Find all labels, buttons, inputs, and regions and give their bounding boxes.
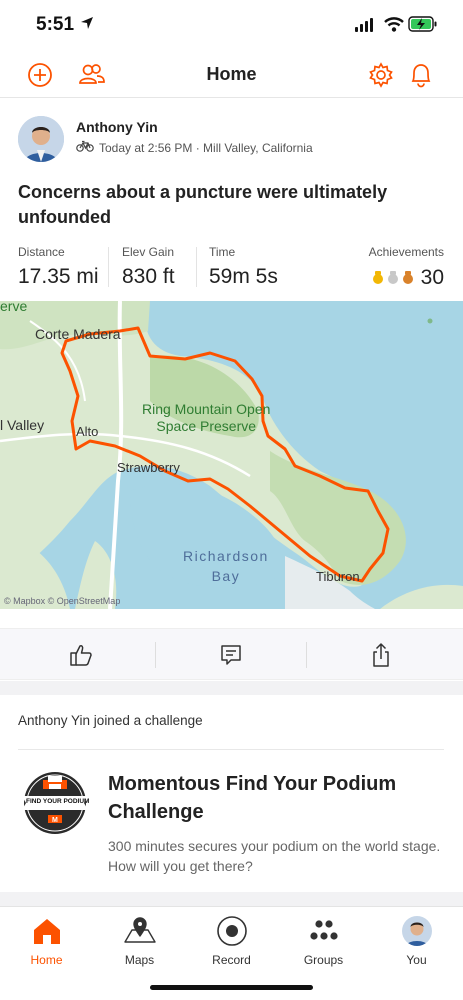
stat-label: Elev Gain <box>122 245 175 259</box>
action-divider <box>306 642 307 668</box>
badge-text: FIND YOUR PODIUM <box>26 798 90 805</box>
tab-home[interactable]: Home <box>0 907 93 967</box>
status-time: 5:51 <box>36 14 75 35</box>
gold-medal-icon <box>372 271 384 285</box>
activity-actions <box>0 628 463 680</box>
wifi-icon <box>384 16 404 37</box>
athlete-name[interactable]: Anthony Yin <box>76 119 158 135</box>
challenge-description: 300 minutes secures your podium on the w… <box>108 838 441 874</box>
home-icon <box>30 914 64 948</box>
app-header: Home <box>0 52 463 98</box>
settings-gear-icon[interactable] <box>366 60 396 90</box>
tab-label: Maps <box>124 953 155 967</box>
athlete-avatar[interactable] <box>18 116 64 162</box>
map-attribution: © Mapbox © OpenStreetMap <box>4 596 121 606</box>
cell-signal-icon <box>355 18 373 32</box>
stat-time: Time 59m 5s <box>209 245 278 289</box>
record-icon <box>215 914 249 948</box>
stat-elev-gain: Elev Gain 830 ft <box>122 245 175 289</box>
activity-title[interactable]: Concerns about a puncture were ultimatel… <box>18 180 448 230</box>
home-indicator[interactable] <box>150 985 313 990</box>
map-label-ring-mountain: Ring Mountain Open Space Preserve <box>142 401 271 434</box>
notifications-bell-icon[interactable] <box>406 60 436 90</box>
map-label-mill-valley: l Valley <box>0 417 45 433</box>
tab-label: Record <box>212 953 251 967</box>
activity-date-location: Today at 2:56 PM · Mill Valley, Californ… <box>99 140 313 155</box>
divider <box>18 749 444 750</box>
stat-label: Time <box>209 245 236 259</box>
location-arrow-icon <box>80 16 94 35</box>
bike-icon <box>76 140 94 155</box>
action-divider <box>155 642 156 668</box>
challenge-feed-text[interactable]: Anthony Yin joined a challenge <box>18 713 203 728</box>
route-map[interactable]: Corte Madera erve l Valley Alto Ring Mou… <box>0 301 463 609</box>
map-label-corte-madera: Corte Madera <box>35 326 121 342</box>
stat-value: 830 ft <box>122 265 175 288</box>
map-label-erve: erve <box>0 301 28 314</box>
map-label-alto: Alto <box>76 424 99 439</box>
tab-groups[interactable]: Groups <box>277 907 370 967</box>
status-bar: 5:51 <box>0 0 463 50</box>
silver-medal-icon <box>387 271 399 285</box>
tab-label: Home <box>30 953 63 967</box>
comment-icon[interactable] <box>216 640 246 670</box>
map-label-richardson-bay: Richardson Bay <box>183 548 269 584</box>
achievements: 30 <box>372 266 444 290</box>
achievements-label: Achievements <box>368 245 444 259</box>
activity-meta: Today at 2:56 PM · Mill Valley, Californ… <box>76 140 313 155</box>
battery-charging-icon <box>408 16 438 37</box>
stat-value: 17.35 mi <box>18 265 99 288</box>
share-icon[interactable] <box>366 640 396 670</box>
achievements-count: 30 <box>420 266 444 289</box>
stat-divider <box>196 247 197 287</box>
stat-label: Distance <box>18 245 65 259</box>
stat-distance: Distance 17.35 mi <box>18 245 99 289</box>
tab-label: You <box>406 953 427 967</box>
svg-text:M: M <box>52 817 58 824</box>
map-label-strawberry: Strawberry <box>117 460 180 475</box>
groups-icon <box>307 914 341 948</box>
challenge-title[interactable]: Momentous Find Your Podium Challenge <box>108 770 438 826</box>
map-pin-icon <box>123 914 157 948</box>
challenge-badge[interactable]: M FIND YOUR PODIUM <box>18 770 92 836</box>
bronze-medal-icon <box>402 271 414 285</box>
tab-maps[interactable]: Maps <box>93 907 186 967</box>
feed-separator <box>0 892 463 906</box>
tab-label: Groups <box>303 953 344 967</box>
map-label-tiburon: Tiburon <box>316 569 360 584</box>
tab-record[interactable]: Record <box>185 907 278 967</box>
stat-divider <box>108 247 109 287</box>
tab-you[interactable]: You <box>370 907 463 967</box>
kudos-thumbs-up-icon[interactable] <box>66 640 96 670</box>
stat-value: 59m 5s <box>209 265 278 288</box>
profile-avatar-icon <box>400 914 434 948</box>
feed-separator <box>0 681 463 695</box>
